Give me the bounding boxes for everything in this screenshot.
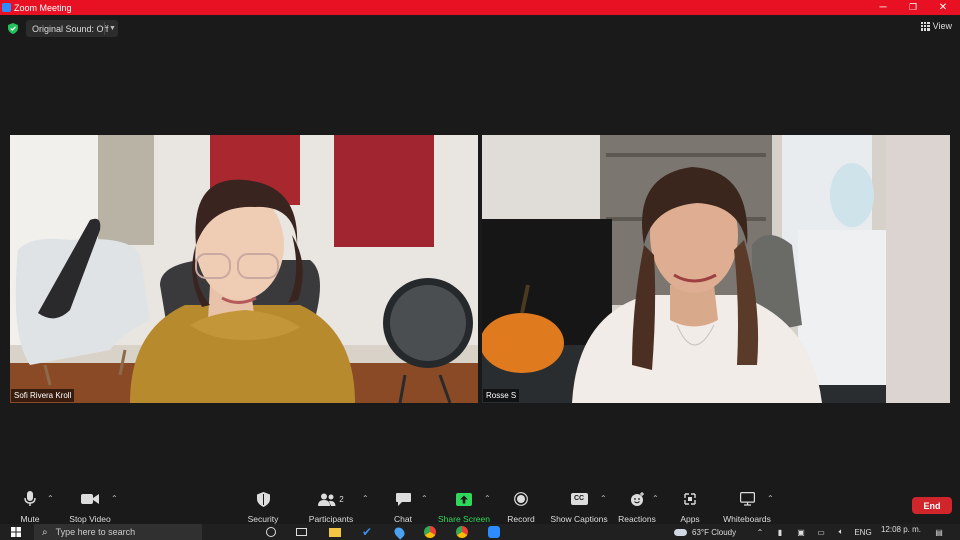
microphone-icon	[24, 491, 36, 506]
record-icon	[514, 492, 528, 506]
mute-options-caret-icon[interactable]: ⌃	[47, 494, 54, 503]
participant-video-feed	[482, 135, 950, 403]
taskbar-maps-app[interactable]	[391, 524, 407, 540]
whiteboards-label: Whiteboards	[723, 514, 771, 524]
taskbar-zoom[interactable]	[486, 524, 502, 540]
windows-logo-icon	[11, 527, 21, 537]
encryption-shield-icon[interactable]	[8, 23, 18, 34]
reactions-label: Reactions	[618, 514, 656, 524]
windows-taskbar: ⌕ Type here to search ✔ 63°F Cloudy ⌃ ▮ …	[0, 524, 960, 540]
taskbar-todo-app[interactable]: ✔	[360, 524, 374, 540]
whiteboard-icon	[739, 492, 755, 506]
participants-icon	[318, 493, 336, 506]
usb-icon[interactable]: ▮	[774, 524, 786, 540]
reactions-smiley-icon	[630, 491, 644, 506]
window-titlebar: Zoom Meeting	[0, 0, 960, 15]
view-button[interactable]: View	[920, 21, 952, 31]
zoom-video-icon	[488, 526, 500, 538]
participant-video-feed	[10, 135, 478, 403]
taskbar-search-box[interactable]: ⌕ Type here to search	[34, 524, 202, 540]
chat-options-caret-icon[interactable]: ⌃	[421, 494, 428, 503]
close-icon: ✕	[938, 2, 948, 13]
restore-button[interactable]: ❐	[898, 0, 928, 15]
cortana-circle-icon	[266, 527, 276, 537]
stop-video-label: Stop Video	[69, 514, 111, 524]
windows-start-button[interactable]	[8, 524, 24, 540]
chat-bubble-icon	[395, 492, 411, 506]
participants-button[interactable]: 2 Participants	[296, 490, 366, 524]
file-explorer-icon	[329, 527, 341, 537]
taskbar-clock[interactable]: 12:08 p. m.	[878, 524, 924, 540]
minimize-icon: ─	[879, 2, 887, 13]
chat-label: Chat	[394, 514, 412, 524]
share-screen-label: Share Screen	[438, 514, 490, 524]
volume-icon[interactable]: 🔈︎	[834, 524, 848, 540]
whiteboards-options-caret-icon[interactable]: ⌃	[767, 494, 774, 503]
notifications-icon[interactable]: ▤	[932, 524, 946, 540]
zoom-app-icon	[2, 3, 11, 12]
closed-captions-icon: CC	[570, 493, 588, 505]
video-options-caret-icon[interactable]: ⌃	[111, 494, 118, 503]
view-label: View	[932, 21, 952, 31]
end-meeting-button[interactable]: End	[912, 497, 952, 514]
security-label: Security	[247, 514, 279, 524]
tray-expand-icon[interactable]: ⌃	[754, 524, 766, 540]
record-label: Record	[507, 514, 535, 524]
share-screen-icon	[456, 492, 472, 506]
language-indicator[interactable]: ENG	[852, 524, 874, 540]
grid-view-icon	[920, 21, 930, 31]
taskbar-file-explorer[interactable]	[328, 524, 342, 540]
display-icon[interactable]: ▣	[794, 524, 808, 540]
participant-name-tag: Sofi Rivera Kroll	[11, 389, 75, 402]
map-pin-icon	[391, 524, 407, 540]
original-sound-button[interactable]: Original Sound: Off ▼	[26, 20, 118, 37]
chrome-icon	[424, 526, 436, 538]
mute-label: Mute	[20, 514, 40, 524]
participants-label: Participants	[308, 514, 354, 524]
participant-video-tile[interactable]: Sofi Rivera Kroll	[10, 135, 478, 403]
restore-icon: ❐	[908, 2, 918, 12]
search-placeholder: Type here to search	[55, 527, 136, 537]
checkmark-icon: ✔	[361, 525, 373, 539]
meeting-topbar	[0, 15, 960, 43]
participant-name-tag: Rosse S	[483, 389, 520, 402]
taskbar-chrome-profile[interactable]	[454, 524, 470, 540]
weather-widget[interactable]: 63°F Cloudy	[692, 524, 748, 540]
apps-icon	[684, 493, 696, 505]
task-view-button[interactable]	[294, 524, 308, 540]
original-sound-label: Original Sound: Off	[32, 23, 109, 34]
participants-count: 2	[339, 494, 344, 504]
show-captions-label: Show Captions	[550, 514, 608, 524]
meeting-toolbar: Mute ⌃ Stop Video ⌃ Security 2 Participa…	[0, 484, 960, 524]
chrome-icon	[456, 526, 468, 538]
apps-label: Apps	[680, 514, 700, 524]
network-icon[interactable]: ▭	[814, 524, 828, 540]
participant-video-tile[interactable]: Rosse S	[482, 135, 950, 403]
taskbar-chrome[interactable]	[422, 524, 438, 540]
close-button[interactable]: ✕	[928, 0, 958, 15]
minimize-button[interactable]: ─	[868, 0, 898, 15]
task-view-icon	[295, 528, 307, 536]
weather-cloud-icon	[672, 524, 688, 540]
video-camera-icon	[81, 494, 99, 504]
chevron-down-icon[interactable]: ▼	[109, 20, 116, 37]
cortana-button[interactable]	[264, 524, 278, 540]
search-icon: ⌕	[42, 526, 48, 538]
security-button[interactable]: Security	[228, 490, 298, 524]
window-title: Zoom Meeting	[14, 2, 72, 13]
security-shield-icon	[256, 491, 270, 507]
